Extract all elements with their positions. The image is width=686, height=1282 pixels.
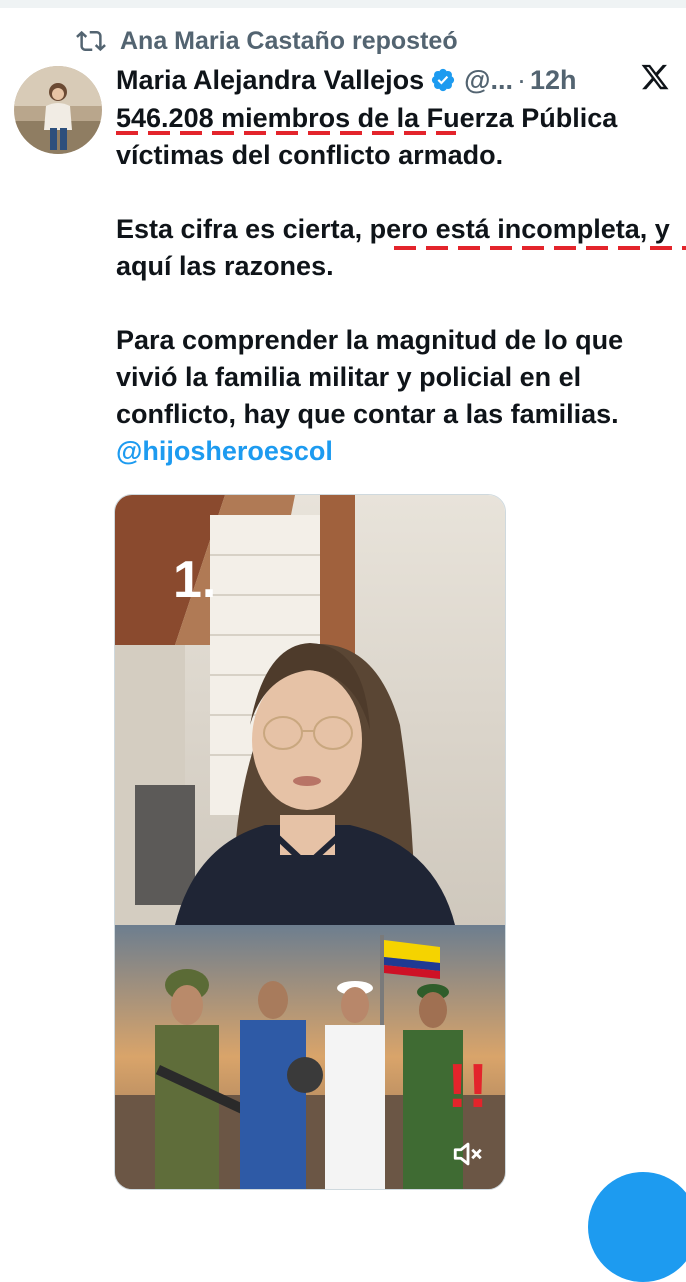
x-logo-icon: [641, 64, 669, 90]
separator-dot: ·: [516, 64, 526, 95]
mute-icon[interactable]: [451, 1137, 485, 1171]
tweet-text: 546.208 miembros de la Fuerza Pública ví…: [116, 100, 681, 470]
compose-post-button[interactable]: [588, 1172, 686, 1282]
exclamation-annotation: !!: [447, 1052, 488, 1121]
video-frame: 1. !!: [115, 495, 505, 1189]
overlay-number: 1.: [173, 551, 216, 609]
avatar-image: [14, 66, 102, 154]
author-name[interactable]: Maria Alejandra Vallejos: [116, 65, 424, 96]
mention-link[interactable]: @hijosheroescol: [116, 436, 333, 466]
repost-indicator[interactable]: Ana Maria Castaño reposteó: [76, 26, 458, 56]
verified-badge-icon[interactable]: [430, 67, 456, 93]
annotation-underline-2: [394, 246, 686, 250]
tweet-paragraph-3: Para comprender la magnitud de lo que vi…: [116, 325, 624, 429]
annotation-underline-1: [116, 131, 456, 135]
repost-icon: [76, 30, 106, 52]
video-media[interactable]: 1. !!: [114, 494, 506, 1190]
timestamp[interactable]: 12h: [530, 65, 577, 96]
author-handle[interactable]: @...: [464, 65, 513, 96]
avatar[interactable]: [14, 66, 102, 154]
top-divider: [0, 0, 686, 8]
tweet-paragraph-1: 546.208 miembros de la Fuerza Pública ví…: [116, 103, 618, 170]
tweet-header: Maria Alejandra Vallejos @... · 12h: [116, 60, 676, 100]
repost-label: Ana Maria Castaño reposteó: [120, 26, 458, 55]
